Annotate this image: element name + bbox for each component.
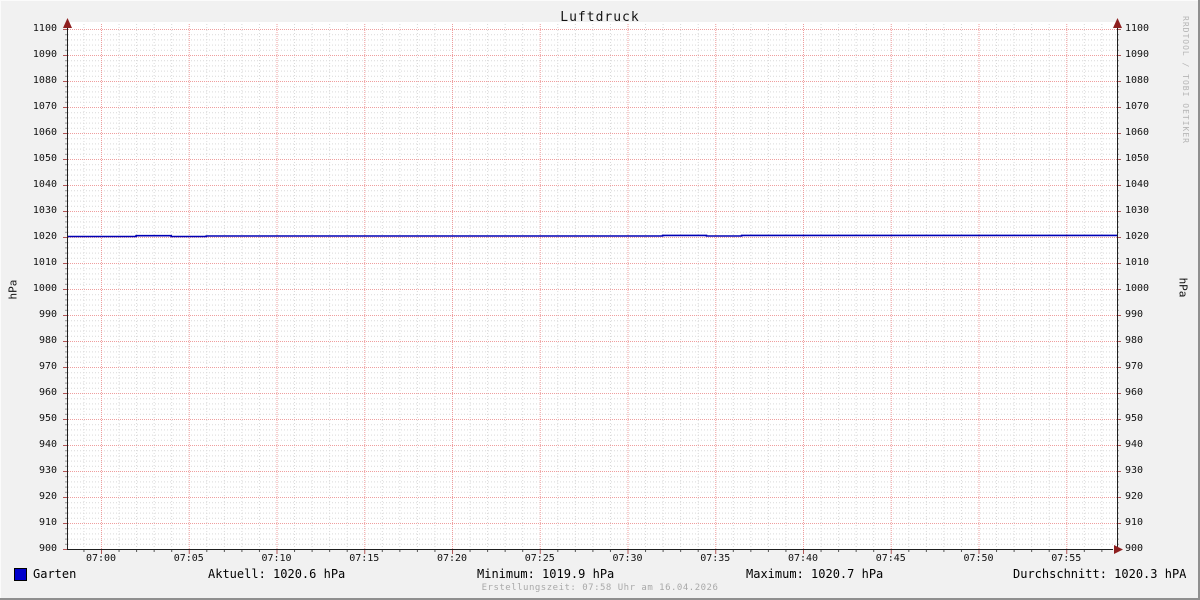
stat-maximum: Maximum: 1020.7 hPa [746, 567, 884, 581]
y-axis-tick-label-right: 1080 [1125, 75, 1150, 86]
y-axis-tick-label-right: 920 [1125, 491, 1144, 502]
y-axis-tick-label-left: 1030 [32, 205, 57, 216]
y-axis-tick-label-right: 1100 [1125, 23, 1150, 34]
stat-minimum: Minimum: 1019.9 hPa [477, 567, 615, 581]
series-legend-label: Garten [33, 567, 77, 581]
y-axis-tick-label-right: 1040 [1125, 179, 1150, 190]
y-axis-tick-label-left: 950 [38, 413, 57, 424]
y-axis-tick-label-left: 900 [38, 543, 57, 554]
y-axis-tick-label-right: 1000 [1125, 283, 1150, 294]
rrdtool-watermark: RRDTOOL / TOBI OETIKER [1181, 16, 1190, 144]
y-axis-tick-label-right: 1030 [1125, 205, 1150, 216]
x-axis-tick-label: 07:55 [1051, 553, 1082, 564]
x-axis-tick-label: 07:50 [963, 553, 994, 564]
y-axis-tick-label-left: 1070 [32, 101, 57, 112]
y-axis-tick-label-left: 1020 [32, 231, 57, 242]
y-axis-tick-label-left: 960 [38, 387, 57, 398]
y-axis-tick-label-right: 980 [1125, 335, 1144, 346]
pressure-chart-plot [63, 18, 1123, 554]
y-axis-tick-label-left: 1100 [32, 23, 57, 34]
y-axis-tick-label-left: 1060 [32, 127, 57, 138]
x-axis-tick-label: 07:15 [349, 553, 380, 564]
y-axis-tick-label-left: 1080 [32, 75, 57, 86]
y-axis-tick-label-right: 1050 [1125, 153, 1150, 164]
stat-durchschnitt: Durchschnitt: 1020.3 hPA [1013, 567, 1187, 581]
y-axis-tick-label-right: 950 [1125, 413, 1144, 424]
y-axis-tick-label-left: 1040 [32, 179, 57, 190]
x-axis-tick-label: 07:10 [261, 553, 292, 564]
chart-title: Luftdruck [560, 10, 640, 25]
y-axis-tick-label-right: 930 [1125, 465, 1144, 476]
y-axis-tick-label-right: 940 [1125, 439, 1144, 450]
x-axis-tick-label: 07:30 [612, 553, 643, 564]
x-axis-tick-label: 07:20 [436, 553, 468, 564]
legend-row: Garten Aktuell: 1020.6 hPa Minimum: 1019… [0, 567, 1200, 581]
x-axis-tick-label: 07:05 [173, 553, 204, 564]
y-axis-tick-label-right: 960 [1125, 387, 1144, 398]
y-axis-tick-label-left: 930 [38, 465, 57, 476]
y-axis-tick-label-left: 940 [38, 439, 57, 450]
y-axis-tick-label-right: 910 [1125, 517, 1144, 528]
y-axis-tick-label-left: 1000 [32, 283, 57, 294]
rrdtool-graph: Luftdruck RRDTOOL / TOBI OETIKER hPa hPa… [0, 0, 1200, 600]
stat-aktuell: Aktuell: 1020.6 hPa [208, 567, 346, 581]
y-axis-tick-label-right: 1070 [1125, 101, 1150, 112]
creation-timestamp: Erstellungszeit: 07:58 Uhr am 16.04.2026 [481, 583, 719, 593]
y-axis-tick-label-right: 1020 [1125, 231, 1150, 242]
y-axis-tick-label-left: 970 [38, 361, 57, 372]
y-axis-tick-label-right: 1060 [1125, 127, 1150, 138]
x-axis-tick-label: 07:00 [85, 553, 117, 564]
y-axis-tick-label-right: 990 [1125, 309, 1144, 320]
y-axis-tick-label-left: 1090 [32, 49, 57, 60]
y-axis-tick-label-left: 1010 [32, 257, 57, 268]
y-axis-tick-label-left: 990 [38, 309, 57, 320]
y-axis-tick-label-left: 910 [38, 517, 57, 528]
x-axis-tick-label: 07:45 [875, 553, 906, 564]
y-axis-tick-label-right: 1010 [1125, 257, 1150, 268]
y-axis-tick-label-right: 1090 [1125, 49, 1150, 60]
series-color-swatch [14, 568, 27, 581]
x-axis-tick-label: 07:25 [524, 553, 555, 564]
x-axis-tick-label: 07:35 [700, 553, 731, 564]
x-axis-tick-label: 07:40 [787, 553, 819, 564]
y-axis-tick-label-left: 1050 [32, 153, 57, 164]
y-axis-tick-label-right: 900 [1125, 543, 1144, 554]
y-axis-tick-label-left: 920 [38, 491, 57, 502]
y-axis-tick-label-right: 970 [1125, 361, 1144, 372]
y-axis-tick-label-left: 980 [38, 335, 57, 346]
